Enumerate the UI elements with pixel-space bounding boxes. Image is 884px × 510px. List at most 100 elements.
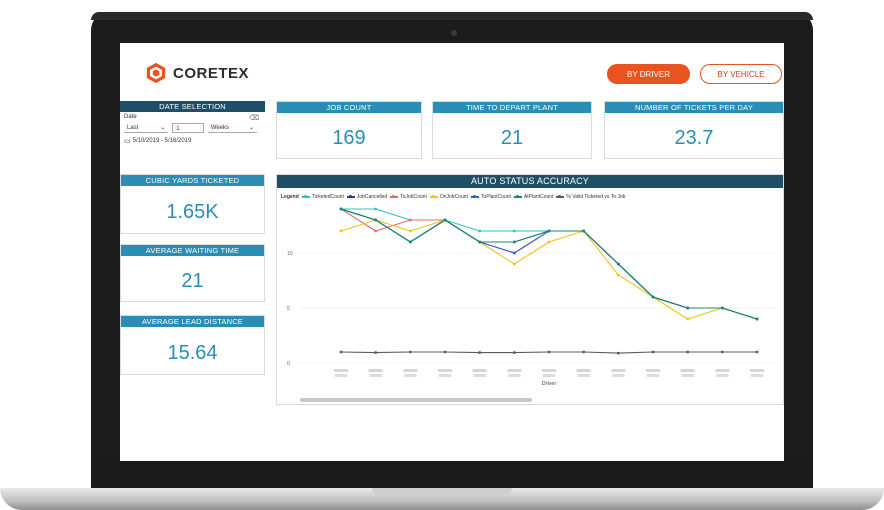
- x-tick-label: [681, 374, 694, 377]
- data-point[interactable]: [512, 262, 516, 266]
- x-tick-label: [646, 369, 660, 372]
- data-point[interactable]: [547, 350, 551, 354]
- legend-item[interactable]: OnJobCount: [429, 194, 468, 200]
- amount-input[interactable]: 1: [172, 123, 204, 133]
- data-point[interactable]: [478, 240, 482, 244]
- data-point[interactable]: [408, 218, 412, 222]
- data-point[interactable]: [339, 229, 343, 233]
- data-point[interactable]: [443, 350, 447, 354]
- x-tick-label: [438, 369, 452, 372]
- x-tick-label: [543, 374, 555, 377]
- data-point[interactable]: [686, 306, 690, 310]
- data-point[interactable]: [478, 229, 482, 233]
- data-point[interactable]: [651, 350, 655, 354]
- webcam: [451, 30, 457, 36]
- data-point[interactable]: [443, 218, 447, 222]
- legend-swatch: [429, 195, 438, 198]
- series-line: [340, 208, 758, 320]
- legend-item[interactable]: ToJobCount: [390, 194, 427, 200]
- data-point[interactable]: [547, 229, 551, 233]
- x-tick-label: [508, 374, 521, 377]
- data-point[interactable]: [339, 350, 343, 354]
- data-point[interactable]: [582, 229, 586, 233]
- legend-item[interactable]: ToPlantCount: [470, 194, 511, 200]
- dashboard-screen: CORETEX BY DRIVER BY VEHICLE DATE SELECT…: [120, 43, 784, 461]
- data-point[interactable]: [755, 350, 759, 354]
- data-point[interactable]: [512, 251, 516, 255]
- data-point[interactable]: [686, 317, 690, 321]
- legend-swatch: [390, 195, 399, 198]
- legend-label: OnJobCount: [439, 194, 468, 200]
- x-tick-label: [472, 369, 487, 372]
- chart-legend: Legend TicketedCount JobCancelled ToJobCou…: [281, 194, 628, 200]
- by-driver-button[interactable]: BY DRIVER: [607, 64, 690, 84]
- date-selection-panel: DATE SELECTION Date ⌫ Last ⌄ 1 Weeks ⌄ ▭…: [120, 101, 265, 156]
- x-tick-label: [715, 369, 730, 372]
- data-point[interactable]: [408, 240, 412, 244]
- date-range: 5/10/2019 - 5/16/2019: [132, 138, 192, 144]
- data-point[interactable]: [616, 273, 620, 277]
- legend-item[interactable]: TicketedCount: [301, 194, 344, 200]
- chevron-down-icon: ⌄: [160, 125, 166, 131]
- calendar-icon: ▭: [124, 138, 131, 145]
- legend-title: Legend: [281, 194, 299, 200]
- data-point[interactable]: [512, 240, 516, 244]
- data-point[interactable]: [616, 262, 620, 266]
- unit-select[interactable]: Weeks ⌄: [207, 123, 257, 133]
- data-point[interactable]: [339, 207, 343, 211]
- data-point[interactable]: [374, 207, 378, 211]
- x-tick-label: [750, 369, 764, 372]
- x-tick-label: [680, 369, 695, 372]
- legend-swatch: [513, 195, 522, 198]
- legend-item[interactable]: % Valid Ticketed vs To Job: [556, 194, 625, 200]
- data-point[interactable]: [720, 350, 724, 354]
- time-to-depart-title: TIME TO DEPART PLANT: [433, 102, 591, 113]
- x-tick-label: [439, 374, 451, 377]
- data-point[interactable]: [478, 351, 482, 354]
- legend-swatch: [470, 195, 479, 198]
- data-point[interactable]: [408, 350, 412, 354]
- line-chart: 0 5 10 Driver: [287, 207, 777, 387]
- legend-label: ToPlantCount: [480, 194, 511, 200]
- legend-item[interactable]: AtPlantCount: [513, 194, 553, 200]
- legend-label: % Valid Ticketed vs To Job: [566, 194, 626, 200]
- data-point[interactable]: [582, 350, 586, 354]
- legend-swatch: [556, 195, 565, 198]
- chart-title: AUTO STATUS ACCURACY: [277, 175, 783, 188]
- x-axis-label: Driver: [542, 381, 557, 387]
- cubic-yards-title: CUBIC YARDS TICKETED: [121, 175, 264, 186]
- series-line: [340, 208, 758, 320]
- data-point[interactable]: [374, 218, 378, 222]
- job-count-value: 169: [332, 127, 366, 149]
- data-point[interactable]: [616, 351, 620, 355]
- relative-select[interactable]: Last ⌄: [124, 123, 169, 133]
- data-point[interactable]: [512, 229, 516, 233]
- x-tick-label: [334, 369, 348, 372]
- legend-item[interactable]: JobCancelled: [346, 194, 387, 200]
- legend-swatch: [346, 195, 355, 198]
- data-point[interactable]: [686, 350, 690, 354]
- x-tick-label: [612, 374, 625, 377]
- data-point[interactable]: [408, 229, 412, 233]
- eraser-icon[interactable]: ⌫: [249, 114, 259, 122]
- base-notch: [372, 488, 512, 494]
- by-vehicle-button[interactable]: BY VEHICLE: [700, 64, 782, 84]
- legend-label: ToJobCount: [400, 194, 427, 200]
- legend-items: TicketedCount JobCancelled ToJobCount OnJob…: [301, 194, 629, 200]
- lead-distance-card: AVERAGE LEAD DISTANCE 15.64: [120, 315, 265, 375]
- horizontal-scrollbar[interactable]: [300, 398, 532, 402]
- data-point[interactable]: [374, 351, 378, 354]
- data-point[interactable]: [512, 351, 516, 354]
- series-line: [340, 219, 758, 320]
- cubic-yards-card: CUBIC YARDS TICKETED 1.65K: [120, 174, 265, 234]
- data-point[interactable]: [651, 295, 655, 299]
- x-tick-label: [611, 369, 626, 372]
- auto-status-chart-panel: AUTO STATUS ACCURACY Legend TicketedCoun…: [276, 174, 784, 405]
- cubic-yards-value: 1.65K: [166, 201, 219, 223]
- data-point[interactable]: [755, 317, 759, 321]
- data-point[interactable]: [374, 229, 378, 233]
- lid-edge: [91, 12, 813, 20]
- data-point[interactable]: [547, 240, 551, 244]
- data-point[interactable]: [720, 306, 724, 310]
- legend-label: TicketedCount: [311, 194, 344, 200]
